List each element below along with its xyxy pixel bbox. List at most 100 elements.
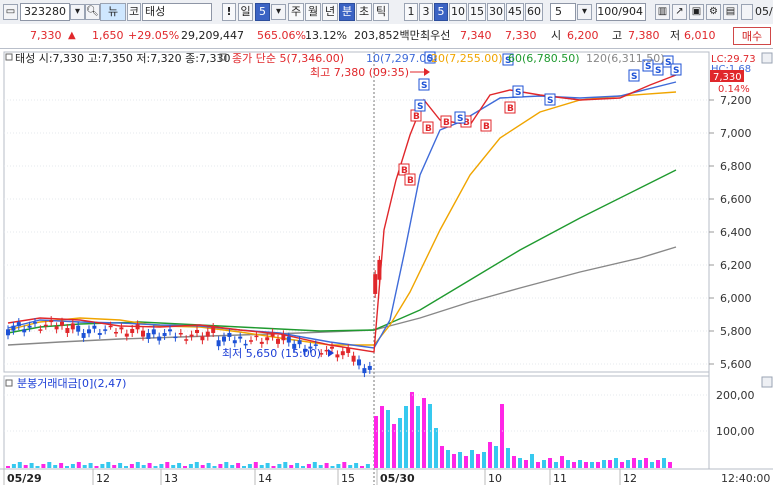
volume-bar [200,465,205,468]
interval-1[interactable]: 1 [404,3,418,21]
code-dropdown-icon[interactable]: ▾ [70,4,85,20]
volume-bar [129,464,134,468]
date-checkbox[interactable] [741,4,753,20]
volume-bar [165,462,170,468]
legend-ma60: 60(6,780.50) [508,52,580,65]
period-dropdown-icon[interactable]: ▾ [271,4,286,20]
interval-30[interactable]: 30 [487,3,505,21]
legend-ma5: 종가 단순 5(7,346.00) [232,52,344,65]
candle-body [108,325,113,328]
info-button[interactable]: ! [222,3,236,21]
volume-bar [542,460,546,468]
volume-bar [23,465,28,468]
candle-body [38,329,43,331]
market-type[interactable]: 코 [127,3,141,21]
candle-body [330,346,334,349]
volume-bar [177,463,182,468]
count-input[interactable]: 5 [550,3,576,21]
x-tick-label: 15 [341,472,355,485]
buy-button[interactable]: 매수 [733,27,771,45]
period-label[interactable]: 일 [238,3,253,21]
drawing-icon[interactable]: ↗ [672,4,687,20]
volume-bar [644,458,648,468]
settings-icon[interactable]: ⚙ [706,4,721,20]
x-tick-label: 12 [96,472,110,485]
volume-bar [578,460,582,468]
tab-year[interactable]: 년 [322,3,338,21]
interval-15[interactable]: 15 [468,3,486,21]
volume-bar [271,466,276,468]
volume-bar [662,458,666,468]
tab-second[interactable]: 초 [356,3,372,21]
volume-bar [306,464,311,468]
volume-bar [596,462,600,468]
interval-5[interactable]: 5 [434,3,448,21]
volume-bar [584,462,588,468]
layout-icon[interactable]: ▤ [723,4,738,20]
price-panel-header: 태성 시:7,330 고:7,350 저:7,320 종:7,330 [15,52,231,65]
low-label: 저 [670,29,681,42]
volume-bar [53,465,58,468]
window-menu-icon[interactable]: ▭ [3,4,18,20]
stock-code-input[interactable]: 323280 [20,3,70,21]
interval-10[interactable]: 10 [449,3,467,21]
tab-week[interactable]: 주 [288,3,304,21]
period-value[interactable]: 5 [255,3,270,21]
volume-bar [289,465,294,468]
volume-bar [434,428,438,468]
y-tick-label: 7,000 [720,127,752,140]
candle-body [195,330,199,333]
legend-ma20: 20(7,255.00) [431,52,503,65]
candle-body [335,354,340,358]
candle-body [60,321,64,326]
x-tick-label: 13 [164,472,178,485]
volume-bar [212,466,217,468]
volume-bar [386,410,390,468]
panel-scroll-up-icon[interactable] [761,52,773,64]
volume-bar [29,463,34,468]
volume-bar [488,442,492,468]
volume-bar [590,462,594,468]
volume-bar [638,460,642,468]
volume-bar [365,464,370,468]
high-label: 고 [612,29,623,42]
search-icon[interactable]: 🔍︎ [85,4,100,20]
open-label: 시 [551,29,562,42]
volume-bar [318,465,323,468]
save-icon[interactable]: ▣ [689,4,704,20]
volume-scroll-icon[interactable] [761,376,773,388]
stock-name: 태성 [145,5,166,18]
volume-bar [458,452,462,468]
chart-svg: BBBBB B BBSSSSSSSSS SSS 7,2007,0006,8006,60… [0,50,773,486]
volume-bar [440,446,444,468]
stock-code-value: 323280 [24,5,66,18]
volume-y-tick-label: 200,00 [716,389,755,402]
range-input[interactable]: 100/904 [596,3,646,21]
volume-bar [59,463,64,468]
tab-tick[interactable]: 틱 [373,3,389,21]
interval-60[interactable]: 60 [525,3,543,21]
volume-bar [188,464,193,468]
tab-minute[interactable]: 분 [339,3,355,21]
candle-body [243,343,248,346]
y-tick-label: 6,600 [720,193,752,206]
interval-3[interactable]: 3 [419,3,433,21]
chart-tools-icon[interactable]: ▥ [655,4,670,20]
volume-bar [65,466,69,468]
candle-body [184,339,189,341]
candle-body [249,340,253,342]
best-ask: 7,340 [460,29,492,42]
candle-body [168,329,172,332]
tab-month[interactable]: 월 [305,3,321,21]
count-dropdown-icon[interactable]: ▾ [577,4,592,20]
volume-bar [17,462,22,468]
volume-bar [206,463,211,468]
volume-bar [147,463,152,468]
volume-bar [530,454,534,468]
market-tag[interactable]: 뉴 [100,3,126,21]
stock-name-field[interactable]: 태성 [142,3,212,21]
volume-bar [422,398,426,468]
interval-45[interactable]: 45 [506,3,524,21]
trade-amount: 203,852백만 [354,29,420,42]
volume-bar [265,463,270,468]
